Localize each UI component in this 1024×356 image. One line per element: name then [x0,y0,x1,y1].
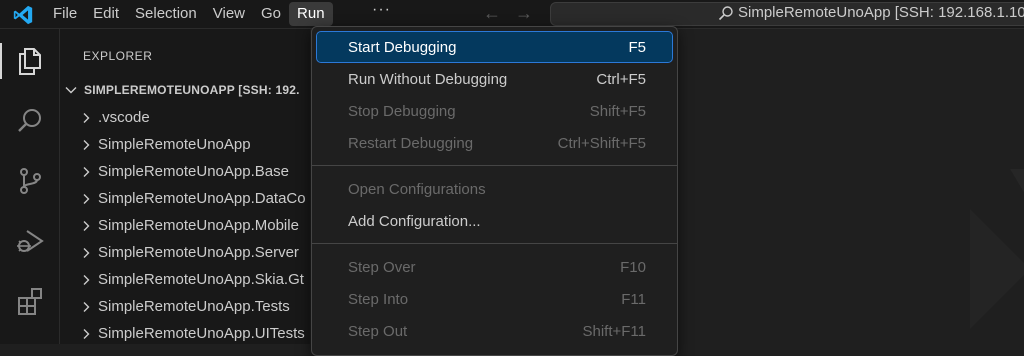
menu-item-shortcut: Ctrl+Shift+F5 [557,134,646,152]
run-without-debugging-item[interactable]: Run Without Debugging Ctrl+F5 [317,64,672,94]
tree-folder-label: SimpleRemoteUnoApp.Base [98,163,289,180]
menu-bar: File Edit Selection View Go Run [45,0,333,29]
tree-folder-label: SimpleRemoteUnoApp.Tests [98,298,290,315]
forward-arrow-icon[interactable]: → [515,3,533,24]
file-tree: .vscode SimpleRemoteUnoApp SimpleRemoteU… [60,104,310,344]
workspace-root-folder[interactable]: SIMPLEREMOTEUNOAPP [SSH: 192. [64,79,300,101]
restart-debugging-item[interactable]: Restart Debugging Ctrl+Shift+F5 [317,128,672,158]
menu-view[interactable]: View [205,2,253,26]
tree-folder-label: SimpleRemoteUnoApp.UITests [98,325,305,342]
source-control-icon[interactable] [0,157,60,205]
activity-bar [0,29,60,344]
menu-item-label: Step Out [348,322,408,340]
run-menu-dropdown: Start Debugging F5 Run Without Debugging… [311,26,678,356]
menu-separator [312,243,677,244]
menu-item-label: Open Configurations [348,180,486,198]
tree-folder[interactable]: SimpleRemoteUnoApp.DataCo [60,185,310,212]
run-debug-icon[interactable] [0,217,60,265]
menu-item-shortcut: Ctrl+F5 [596,70,646,88]
step-into-item[interactable]: Step Into F11 [317,284,672,314]
workspace-root-label: SIMPLEREMOTEUNOAPP [SSH: 192. [84,83,300,97]
start-debugging-item[interactable]: Start Debugging F5 [316,31,673,63]
explorer-sidebar: EXPLORER SIMPLEREMOTEUNOAPP [SSH: 192. .… [60,29,310,344]
tree-folder-label: SimpleRemoteUnoApp.Mobile [98,217,299,234]
menu-edit[interactable]: Edit [85,2,127,26]
tree-folder-label: .vscode [98,109,150,126]
chevron-right-icon [83,112,90,123]
menu-file[interactable]: File [45,2,85,26]
extensions-icon[interactable] [0,277,60,325]
step-over-item[interactable]: Step Over F10 [317,252,672,282]
step-out-item[interactable]: Step Out Shift+F11 [317,316,672,346]
search-icon [718,6,733,21]
chevron-right-icon [83,301,90,312]
menu-item-shortcut: Shift+F11 [582,322,646,340]
tree-folder-label: SimpleRemoteUnoApp.Skia.Gt [98,271,304,288]
search-icon[interactable] [0,97,60,145]
menu-item-label: Add Configuration... [348,212,481,230]
menu-run[interactable]: Run [289,2,333,26]
tree-folder[interactable]: SimpleRemoteUnoApp.UITests [60,320,310,344]
tree-folder-label: SimpleRemoteUnoApp [98,136,251,153]
menu-item-shortcut: F11 [621,290,646,308]
chevron-right-icon [83,247,90,258]
tree-folder-label: SimpleRemoteUnoApp.Server [98,244,299,261]
chevron-right-icon [83,328,90,339]
vscode-logo-icon[interactable] [12,4,34,26]
chevron-right-icon [83,139,90,150]
vscode-watermark-icon [970,169,1024,344]
explorer-title: EXPLORER [83,49,153,63]
tree-folder[interactable]: SimpleRemoteUnoApp [60,131,310,158]
menu-item-label: Stop Debugging [348,102,456,120]
menu-selection[interactable]: Selection [127,2,205,26]
chevron-right-icon [83,274,90,285]
tree-folder[interactable]: SimpleRemoteUnoApp.Mobile [60,212,310,239]
command-center-label: SimpleRemoteUnoApp [SSH: 192.168.1.106] [738,4,1024,21]
menu-separator [312,165,677,166]
chevron-right-icon [83,193,90,204]
menu-item-label: Run Without Debugging [348,70,508,88]
menu-item-label: Restart Debugging [348,134,474,152]
tree-folder[interactable]: SimpleRemoteUnoApp.Skia.Gt [60,266,310,293]
menu-go[interactable]: Go [253,2,289,26]
menu-item-label: Start Debugging [348,38,457,56]
tree-folder[interactable]: SimpleRemoteUnoApp.Base [60,158,310,185]
menu-item-label: Step Into [348,290,409,308]
open-configurations-item[interactable]: Open Configurations [317,174,672,204]
menu-item-shortcut: F10 [620,258,646,276]
tree-folder-label: SimpleRemoteUnoApp.DataCo [98,190,306,207]
add-configuration-item[interactable]: Add Configuration... [317,206,672,236]
more-menu-button[interactable]: ··· [372,1,391,19]
chevron-right-icon [83,166,90,177]
chevron-down-icon [65,87,77,94]
back-arrow-icon[interactable]: ← [483,3,501,24]
explorer-icon[interactable] [0,37,60,85]
stop-debugging-item[interactable]: Stop Debugging Shift+F5 [317,96,672,126]
menu-item-shortcut: F5 [628,38,646,56]
tree-folder[interactable]: SimpleRemoteUnoApp.Tests [60,293,310,320]
tree-folder[interactable]: .vscode [60,104,310,131]
chevron-right-icon [83,220,90,231]
menu-item-label: Step Over [348,258,416,276]
tree-folder[interactable]: SimpleRemoteUnoApp.Server [60,239,310,266]
title-bar: File Edit Selection View Go Run ··· ← → … [0,0,1024,29]
menu-item-shortcut: Shift+F5 [589,102,646,120]
